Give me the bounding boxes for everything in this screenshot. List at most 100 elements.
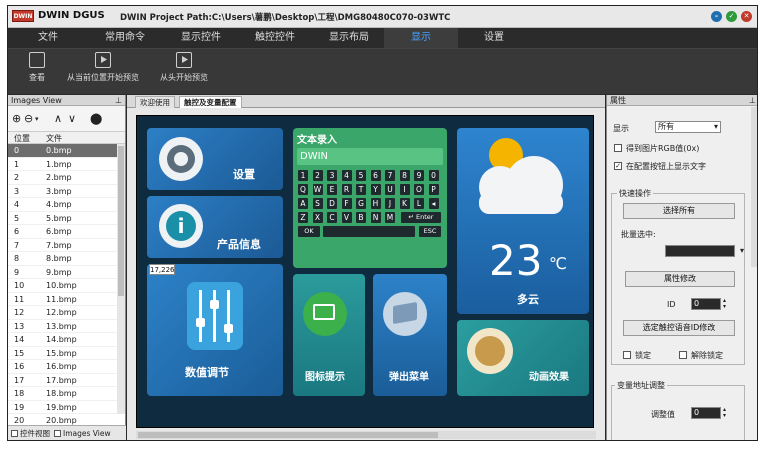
list-item[interactable]: 19 19.bmp bbox=[8, 401, 125, 414]
unlock-checkbox[interactable] bbox=[679, 351, 687, 359]
list-item[interactable]: 8 8.bmp bbox=[8, 252, 125, 266]
list-item[interactable]: 12 12.bmp bbox=[8, 306, 125, 320]
list-item[interactable]: 5 5.bmp bbox=[8, 212, 125, 225]
list-item[interactable]: 14 14.bmp bbox=[8, 333, 125, 347]
screen-canvas[interactable]: 设置 i 产品信息 文本录入 DWIN 1234567890QWERTYUIOP… bbox=[136, 115, 594, 428]
close-icon[interactable]: ✕ bbox=[741, 11, 752, 22]
scroll-thumb[interactable] bbox=[118, 146, 124, 296]
display-select[interactable]: 所有 ▾ bbox=[655, 121, 721, 133]
list-item[interactable]: 17 17.bmp bbox=[8, 374, 125, 387]
key-A[interactable]: A bbox=[298, 198, 308, 209]
key-0[interactable]: 0 bbox=[428, 170, 439, 181]
horizontal-scrollbar[interactable] bbox=[136, 431, 596, 439]
view-button[interactable]: 查看 bbox=[22, 52, 52, 83]
spin-arrows-icon-2[interactable]: ▴ ▾ bbox=[723, 407, 726, 419]
menu-settings[interactable]: 设置 bbox=[464, 28, 524, 48]
adjust-value-spinbox[interactable]: 0 bbox=[691, 407, 721, 419]
popup-menu-tile[interactable]: 弹出菜单 bbox=[373, 274, 447, 396]
voice-id-modify-button[interactable]: 选定触控语音ID修改 bbox=[623, 320, 735, 336]
key-M[interactable]: M bbox=[385, 212, 395, 223]
key-J[interactable]: J bbox=[385, 198, 395, 209]
col-position[interactable]: 位置 bbox=[14, 133, 30, 144]
tab-images-view[interactable]: Images View bbox=[53, 428, 111, 440]
show-text-checkbox[interactable]: ✓ bbox=[614, 162, 622, 170]
select-all-button[interactable]: 选择所有 bbox=[623, 203, 735, 219]
key-F[interactable]: F bbox=[341, 198, 352, 209]
list-item[interactable]: 11 11.bmp bbox=[8, 293, 125, 306]
menu-common-commands[interactable]: 常用命令 bbox=[90, 28, 160, 48]
key-Y[interactable]: Y bbox=[370, 184, 381, 195]
move-up-icon[interactable]: ∧ bbox=[54, 112, 62, 125]
key-2[interactable]: 2 bbox=[312, 170, 323, 181]
list-item[interactable]: 0 0.bmp bbox=[8, 144, 125, 158]
key-L[interactable]: L bbox=[414, 198, 424, 209]
key-C[interactable]: C bbox=[327, 212, 337, 223]
batch-select[interactable]: ▾ bbox=[665, 245, 744, 257]
key-I[interactable]: I bbox=[399, 184, 410, 195]
list-item[interactable]: 9 9.bmp bbox=[8, 266, 125, 279]
dropdown-icon[interactable]: ▾ bbox=[35, 115, 39, 123]
settings-tile[interactable]: 设置 bbox=[147, 128, 283, 190]
key-U[interactable]: U bbox=[385, 184, 395, 195]
key-3[interactable]: 3 bbox=[327, 170, 337, 181]
spin-arrows-icon[interactable]: ▴ ▾ bbox=[723, 298, 726, 310]
key-Q[interactable]: Q bbox=[298, 184, 308, 195]
tab-touch-config[interactable]: 触控及变量配置 bbox=[179, 96, 242, 108]
hscroll-thumb[interactable] bbox=[138, 432, 438, 438]
properties-scrollbar[interactable] bbox=[751, 107, 757, 267]
menu-touch-controls[interactable]: 触控控件 bbox=[240, 28, 310, 48]
lock-checkbox[interactable] bbox=[623, 351, 631, 359]
list-item[interactable]: 7 7.bmp bbox=[8, 239, 125, 252]
key-G[interactable]: G bbox=[356, 198, 366, 209]
preview-start-button[interactable]: 从头开始预览 bbox=[156, 52, 212, 83]
vertical-scrollbar[interactable] bbox=[117, 144, 125, 414]
pin-icon-right[interactable]: ⊥ bbox=[749, 95, 756, 106]
key-K[interactable]: K bbox=[399, 198, 410, 209]
key-8[interactable]: 8 bbox=[399, 170, 410, 181]
move-down-icon[interactable]: ∨ bbox=[68, 112, 76, 125]
key-X[interactable]: X bbox=[312, 212, 323, 223]
icon-tips-tile[interactable]: 图标提示 bbox=[293, 274, 365, 396]
key-S[interactable]: S bbox=[312, 198, 323, 209]
settings-icon[interactable]: ⬤ bbox=[90, 112, 102, 125]
key-V[interactable]: V bbox=[341, 212, 352, 223]
maximize-icon[interactable]: ✓ bbox=[726, 11, 737, 22]
preview-current-button[interactable]: 从当前位置开始预览 bbox=[64, 52, 142, 83]
list-item[interactable]: 18 18.bmp bbox=[8, 387, 125, 401]
list-item[interactable]: 13 13.bmp bbox=[8, 320, 125, 333]
key-O[interactable]: O bbox=[414, 184, 424, 195]
key-W[interactable]: W bbox=[312, 184, 323, 195]
menu-display-layout[interactable]: 显示布局 bbox=[314, 28, 384, 48]
key-E[interactable]: E bbox=[327, 184, 337, 195]
key-R[interactable]: R bbox=[341, 184, 352, 195]
list-item[interactable]: 4 4.bmp bbox=[8, 198, 125, 212]
key-P[interactable]: P bbox=[428, 184, 439, 195]
list-item[interactable]: 10 10.bmp bbox=[8, 279, 125, 293]
pin-icon[interactable]: ⊥ bbox=[115, 95, 122, 106]
col-file[interactable]: 文件 bbox=[46, 133, 62, 144]
minimize-icon[interactable]: – bbox=[711, 11, 722, 22]
key-9[interactable]: 9 bbox=[414, 170, 424, 181]
key-7[interactable]: 7 bbox=[385, 170, 395, 181]
animation-tile[interactable]: 动画效果 bbox=[457, 320, 589, 396]
text-input-tile[interactable]: 文本录入 DWIN 1 2 3 4 5 6 7 8 9 0 Q W E R T Y U I O P A S D F G H J K L ◂… bbox=[293, 128, 447, 268]
key-◂[interactable]: ◂ bbox=[428, 198, 439, 209]
attr-modify-button[interactable]: 属性修改 bbox=[625, 271, 735, 287]
tab-welcome[interactable]: 欢迎使用 bbox=[135, 96, 175, 108]
key-B[interactable]: B bbox=[356, 212, 366, 223]
esc-key[interactable]: ESC bbox=[419, 226, 441, 237]
text-input-field[interactable]: DWIN bbox=[297, 148, 443, 165]
key-5[interactable]: 5 bbox=[356, 170, 366, 181]
list-item[interactable]: 15 15.bmp bbox=[8, 347, 125, 360]
id-spinbox[interactable]: 0 bbox=[691, 298, 721, 310]
numeric-adjust-tile[interactable]: 数值调节 bbox=[147, 264, 283, 396]
ok-key[interactable]: OK bbox=[298, 226, 320, 237]
add-icon[interactable]: ⊕ bbox=[12, 112, 21, 125]
key-1[interactable]: 1 bbox=[298, 170, 308, 181]
key-T[interactable]: T bbox=[356, 184, 366, 195]
enter-key[interactable]: ↵ Enter bbox=[401, 212, 441, 223]
list-item[interactable]: 2 2.bmp bbox=[8, 171, 125, 185]
key-D[interactable]: D bbox=[327, 198, 337, 209]
list-item[interactable]: 3 3.bmp bbox=[8, 185, 125, 198]
menu-display[interactable]: 显示 bbox=[384, 28, 458, 48]
